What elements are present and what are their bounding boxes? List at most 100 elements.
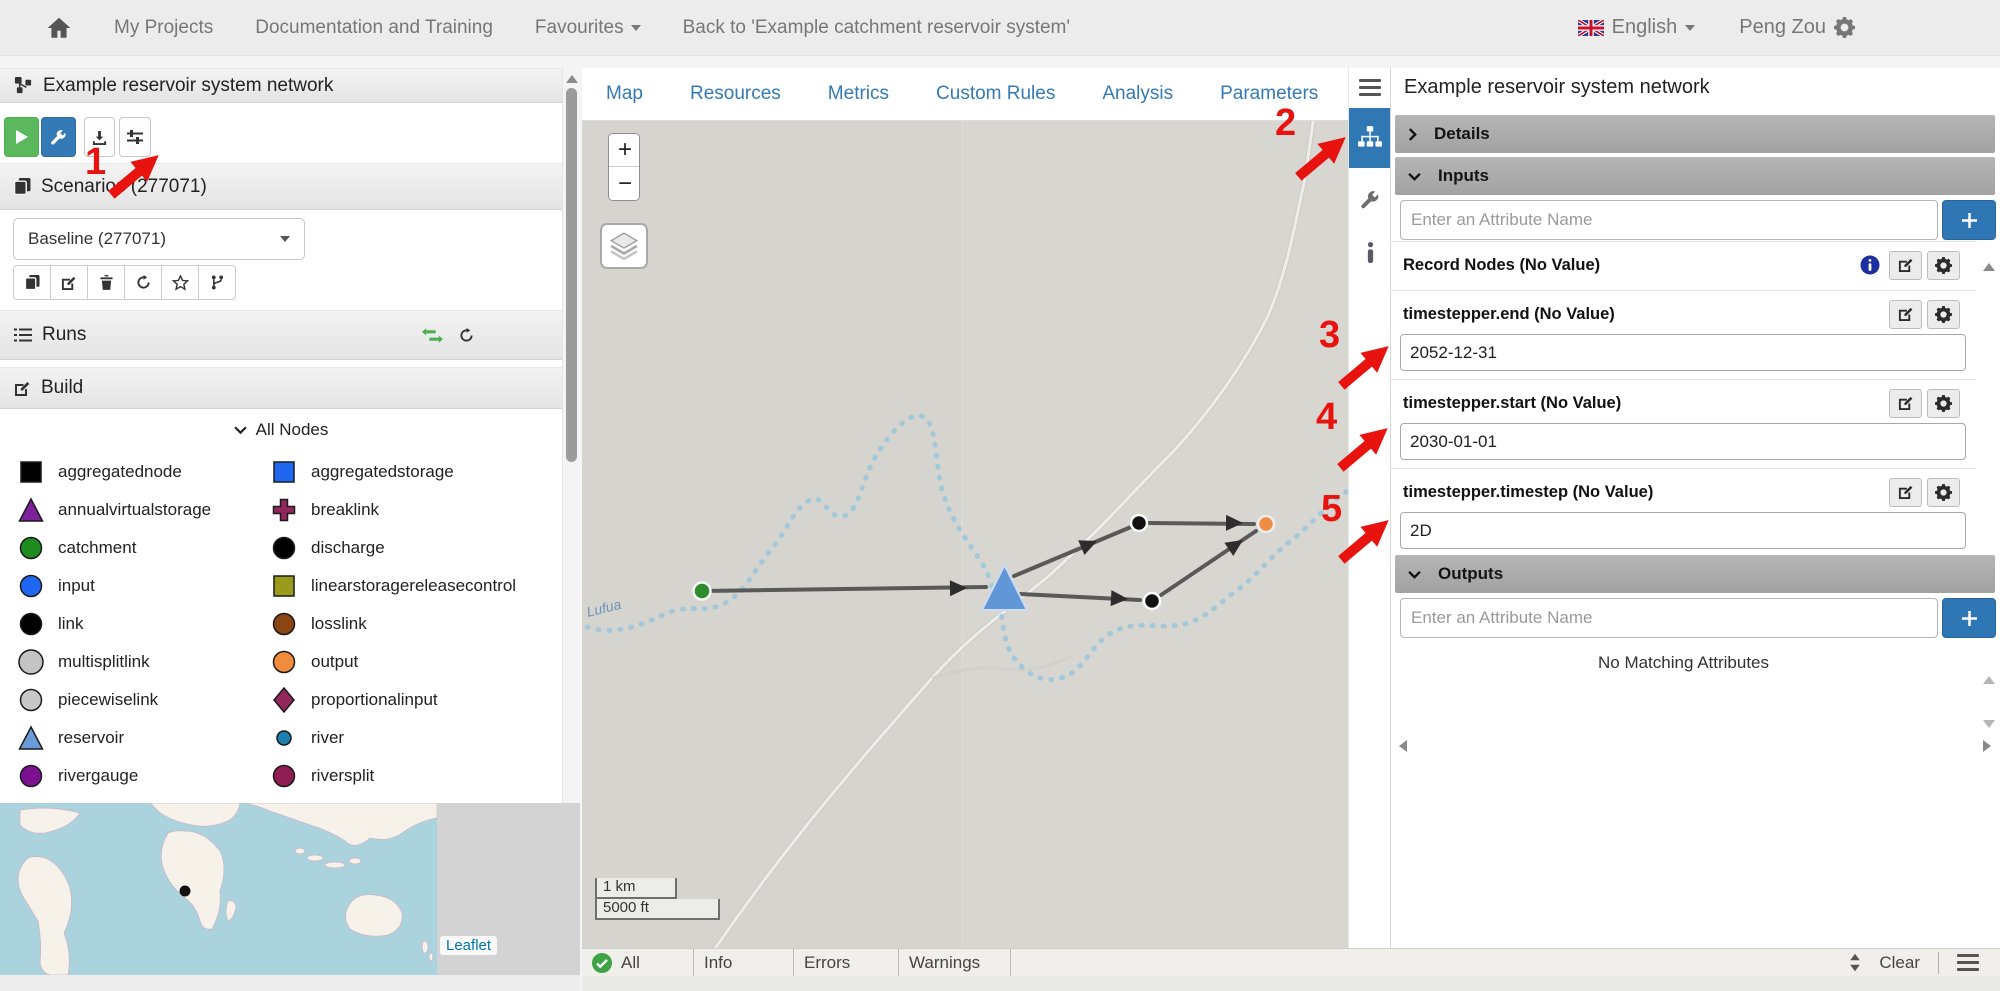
tab-custom-rules[interactable]: Custom Rules [936,83,1055,105]
node-type-rivergauge[interactable]: rivergauge [10,757,263,795]
node-type-breaklink[interactable]: breaklink [263,491,558,529]
user-menu[interactable]: Peng Zou [1739,16,1855,39]
node-type-discharge[interactable]: discharge [263,529,558,567]
tab-map[interactable]: Map [606,83,643,105]
tools-tab[interactable] [1349,180,1391,220]
attribute-value-input[interactable] [1400,334,1966,371]
node-type-annualvirtualstorage[interactable]: annualvirtualstorage [10,491,263,529]
tab-resources[interactable]: Resources [690,83,781,105]
build-header[interactable]: Build [0,367,562,409]
scenario-delete-button[interactable] [87,265,125,300]
attributes-scroll-right[interactable] [1983,740,1991,752]
filter-warnings[interactable]: Warnings [899,949,1011,976]
tab-metrics[interactable]: Metrics [828,83,889,105]
node-type-multisplitlink[interactable]: multisplitlink [10,643,263,681]
zoom-in-button[interactable]: + [609,134,640,167]
messages-menu-button[interactable] [1957,954,1979,971]
uk-flag-icon [1578,20,1604,36]
nav-item-back-to-example-catchment-rese[interactable]: Back to 'Example catchment reservoir sys… [683,17,1070,39]
node-type-reservoir[interactable]: reservoir [10,719,263,757]
annotation-number-4: 4 [1316,398,1337,436]
node-type-piecewiselink[interactable]: piecewiselink [10,681,263,719]
runs-header[interactable]: Runs [0,310,562,360]
gear-icon [1935,257,1952,274]
exchange-icon[interactable] [422,328,443,343]
node-type-catchment[interactable]: catchment [10,529,263,567]
attribute-edit-button[interactable] [1889,389,1922,418]
map-node-link-upper[interactable] [1131,515,1147,531]
scenario-refresh-button[interactable] [124,265,162,300]
attribute-settings-button[interactable] [1927,478,1960,507]
leaflet-attribution[interactable]: Leaflet [440,936,497,955]
inputs-add-attribute-button[interactable] [1942,200,1996,240]
attribute-value-input[interactable] [1400,423,1966,460]
outputs-attribute-name-input[interactable] [1400,598,1938,638]
node-type-input[interactable]: input [10,567,263,605]
map-node-catchment[interactable] [694,583,711,600]
map-node-output[interactable] [1258,516,1274,532]
layers-control[interactable] [600,223,648,269]
settings-wrench-button[interactable] [41,117,76,157]
inputs-scroll-up[interactable] [1983,263,1995,271]
scenario-select[interactable]: Baseline (277071) [13,218,305,260]
node-type-aggregatednode[interactable]: aggregatednode [10,453,263,491]
node-type-riversplit[interactable]: riversplit [263,757,558,795]
annotation-number-5: 5 [1321,490,1342,528]
node-type-output[interactable]: output [263,643,558,681]
attribute-settings-button[interactable] [1927,300,1960,329]
nav-item-documentation-and-training[interactable]: Documentation and Training [255,17,493,39]
chevron-down-icon [1408,570,1421,579]
map-node-link-lower[interactable] [1144,593,1160,609]
filter-all[interactable]: All [582,949,694,976]
scrollbar-thumb[interactable] [566,88,577,462]
outputs-scroll-down[interactable] [1983,720,1995,728]
sort-messages-icon[interactable] [1849,953,1861,972]
inputs-header-label: Inputs [1438,166,1489,186]
attribute-edit-button[interactable] [1889,251,1922,280]
attribute-info-icon[interactable] [1860,255,1880,275]
attribute-edit-button[interactable] [1889,478,1922,507]
node-type-aggregatedstorage[interactable]: aggregatedstorage [263,453,558,491]
info-tab[interactable] [1349,232,1391,272]
network-map[interactable]: Lufua [582,121,1348,948]
node-type-losslink[interactable]: losslink [263,605,558,643]
panel-menu-button[interactable] [1349,72,1391,102]
node-type-river[interactable]: river [263,719,558,757]
home-icon[interactable] [46,15,72,41]
outputs-scroll-up[interactable] [1983,676,1995,684]
all-nodes-toggle[interactable]: All Nodes [0,416,562,444]
filter-info[interactable]: Info [694,949,794,976]
node-type-linearstoragereleasecontrol[interactable]: linearstoragereleasecontrol [263,567,558,605]
sidebar-scrollbar[interactable] [562,68,580,803]
inputs-attribute-name-input[interactable] [1400,200,1938,240]
scenario-branch-button[interactable] [198,265,236,300]
inputs-accordion-header[interactable]: Inputs [1395,157,1995,195]
nav-item-my-projects[interactable]: My Projects [114,17,213,39]
attributes-scroll-left[interactable] [1399,740,1407,752]
build-header-label: Build [41,377,83,399]
attribute-settings-button[interactable] [1927,251,1960,280]
tab-parameters[interactable]: Parameters [1220,83,1318,105]
language-selector[interactable]: English [1578,16,1696,39]
outputs-accordion-header[interactable]: Outputs [1395,555,1995,593]
clear-messages-button[interactable]: Clear [1879,953,1920,973]
node-type-label: output [311,652,358,672]
refresh-icon[interactable] [459,328,474,343]
nav-item-favourites[interactable]: Favourites [535,17,641,39]
details-accordion-header[interactable]: Details [1395,115,1995,153]
overview-minimap[interactable]: Leaflet [0,803,580,975]
network-attributes-tab[interactable] [1349,108,1391,168]
attribute-settings-button[interactable] [1927,389,1960,418]
node-type-proportionalinput[interactable]: proportionalinput [263,681,558,719]
zoom-out-button[interactable]: − [609,167,640,200]
scenario-edit-button[interactable] [50,265,88,300]
attribute-edit-button[interactable] [1889,300,1922,329]
run-model-button[interactable] [4,117,39,157]
outputs-add-attribute-button[interactable] [1942,598,1996,638]
tab-analysis[interactable]: Analysis [1102,83,1173,105]
scenario-favourite-button[interactable] [161,265,199,300]
scenario-clone-button[interactable] [13,265,51,300]
filter-errors[interactable]: Errors [794,949,899,976]
attribute-value-input[interactable] [1400,512,1966,549]
node-type-link[interactable]: link [10,605,263,643]
